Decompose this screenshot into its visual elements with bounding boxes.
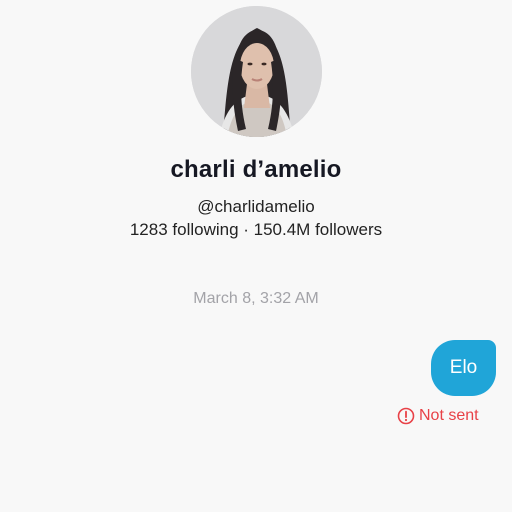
message-status[interactable]: Not sent [397, 406, 479, 426]
message-status-label: Not sent [419, 407, 479, 424]
profile-handle: @charlidamelio [197, 197, 315, 216]
profile-avatar[interactable] [191, 6, 322, 137]
profile-display-name: charli d’amelio [170, 156, 342, 183]
message-bubble[interactable]: Elo [431, 340, 496, 396]
exclamation-circle-icon [397, 407, 415, 425]
profile-stats: 1283 following · 150.4M followers [129, 220, 383, 239]
profile-photo-image [191, 6, 322, 137]
message-timestamp: March 8, 3:32 AM [193, 290, 319, 307]
message-text: Elo [449, 357, 478, 378]
